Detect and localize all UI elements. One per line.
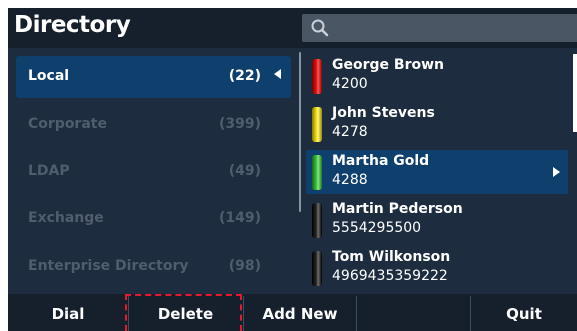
contact-name: Martin Pederson — [332, 201, 463, 217]
directory-name: Exchange — [28, 210, 104, 226]
contact-row[interactable]: Tom Wilkonson 4969435359222 — [306, 246, 568, 290]
directory-count: (399) — [218, 116, 261, 132]
contact-row-selected[interactable]: Martha Gold 4288 — [306, 150, 568, 194]
pane-divider — [299, 52, 301, 212]
contact-number: 4969435359222 — [332, 268, 448, 284]
directory-name: Local — [28, 68, 70, 84]
directory-item-enterprise[interactable]: Enterprise Directory (98) — [16, 246, 291, 288]
search-icon — [311, 19, 329, 37]
contact-row[interactable]: Martin Pederson 5554295500 — [306, 198, 568, 242]
directory-item-local[interactable]: Local (22) — [16, 56, 291, 98]
contact-number: 4278 — [332, 124, 368, 140]
page-title: Directory — [14, 12, 131, 38]
contact-row[interactable]: John Stevens 4278 — [306, 102, 568, 146]
contact-number: 4200 — [332, 76, 368, 92]
contact-scrollbar[interactable] — [573, 54, 577, 132]
directory-item-corporate[interactable]: Corporate (399) — [16, 104, 291, 146]
contact-name: John Stevens — [332, 105, 435, 121]
contact-name: Martha Gold — [332, 153, 430, 169]
presence-status-icon — [312, 251, 322, 286]
directory-name: LDAP — [28, 163, 70, 179]
directory-list: Local (22) Corporate (399) LDAP (49) Exc… — [8, 48, 298, 294]
directory-name: Enterprise Directory — [28, 258, 189, 274]
phone-display: Directory Local (22) Corporate (399) LDA… — [8, 8, 577, 331]
contact-number: 4288 — [332, 172, 368, 188]
quit-softkey[interactable]: Quit — [471, 294, 577, 331]
add-new-softkey[interactable]: Add New — [244, 294, 356, 331]
presence-status-icon — [312, 203, 322, 238]
directory-count: (98) — [228, 258, 261, 274]
delete-highlight-box — [125, 294, 242, 331]
arrow-right-icon[interactable] — [553, 167, 560, 177]
empty-softkey[interactable] — [357, 294, 469, 331]
presence-status-icon — [312, 59, 322, 94]
contact-number: 5554295500 — [332, 220, 422, 236]
contact-name: Tom Wilkonson — [332, 249, 451, 265]
directory-count: (49) — [228, 163, 261, 179]
header-bar: Directory — [8, 8, 577, 48]
arrow-left-icon — [274, 69, 281, 79]
contact-name: George Brown — [332, 57, 444, 73]
softkey-bar: Dial Delete Add New Quit — [8, 294, 577, 331]
search-input[interactable] — [302, 14, 577, 42]
presence-status-icon — [312, 155, 322, 190]
directory-name: Corporate — [28, 116, 107, 132]
presence-status-icon — [312, 107, 322, 142]
directory-count: (22) — [228, 68, 261, 84]
directory-item-ldap[interactable]: LDAP (49) — [16, 151, 291, 193]
contact-row[interactable]: George Brown 4200 — [306, 54, 568, 98]
dial-softkey[interactable]: Dial — [8, 294, 128, 331]
directory-count: (149) — [218, 210, 261, 226]
directory-item-exchange[interactable]: Exchange (149) — [16, 198, 291, 240]
screenshot: Directory Local (22) Corporate (399) LDA… — [0, 0, 577, 331]
